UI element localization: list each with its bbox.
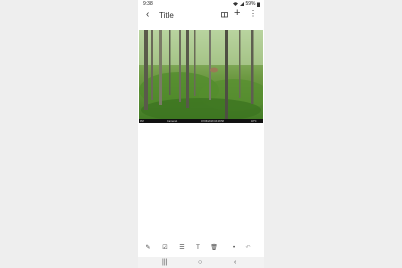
list-icon[interactable]: ☰ xyxy=(177,243,187,253)
pen-icon[interactable]: ✎ xyxy=(143,243,153,253)
battery-percent: 59% xyxy=(245,1,256,7)
status-bar: 9:38 59% xyxy=(138,0,264,8)
photo-overlay-datetime: 07/26/2018 03:48:58 xyxy=(201,120,225,123)
note-title[interactable]: Title xyxy=(159,11,174,20)
back-arrow-icon[interactable]: ‹ xyxy=(146,10,149,20)
photo-overlay-temp: 18°C xyxy=(251,120,257,123)
app-bar: ‹ Title + ⋮ xyxy=(138,8,264,23)
home-button[interactable]: ○ xyxy=(198,258,202,267)
note-toolbar: ✎ ☑ ☰ T 🗑 • ↶ xyxy=(138,243,264,255)
attached-photo[interactable]: PM Camera1 07/26/2018 03:48:58 18°C xyxy=(139,30,263,123)
battery-icon xyxy=(257,2,260,7)
plus-icon[interactable]: + xyxy=(234,8,240,19)
wifi-icon xyxy=(233,2,239,6)
signal-icon xyxy=(239,2,244,6)
recents-button[interactable]: ||| xyxy=(162,258,167,267)
checkbox-icon[interactable]: ☑ xyxy=(160,243,170,253)
delete-icon[interactable]: 🗑 xyxy=(209,243,219,253)
nav-back-button[interactable]: ‹ xyxy=(234,258,236,267)
dot-icon[interactable]: • xyxy=(229,243,239,253)
text-format-icon[interactable]: T xyxy=(193,243,203,253)
phone-screen: 9:38 59% ‹ Title + ⋮ PM Camera1 07/26/20… xyxy=(138,0,264,268)
status-time: 9:38 xyxy=(143,1,153,7)
more-vert-icon[interactable]: ⋮ xyxy=(249,10,257,18)
undo-icon[interactable]: ↶ xyxy=(243,243,253,253)
photo-overlay-pm: PM xyxy=(140,120,144,123)
book-icon[interactable] xyxy=(221,12,228,18)
system-nav-bar: ||| ○ ‹ xyxy=(138,257,264,268)
photo-overlay-camera: Camera1 xyxy=(167,120,178,123)
